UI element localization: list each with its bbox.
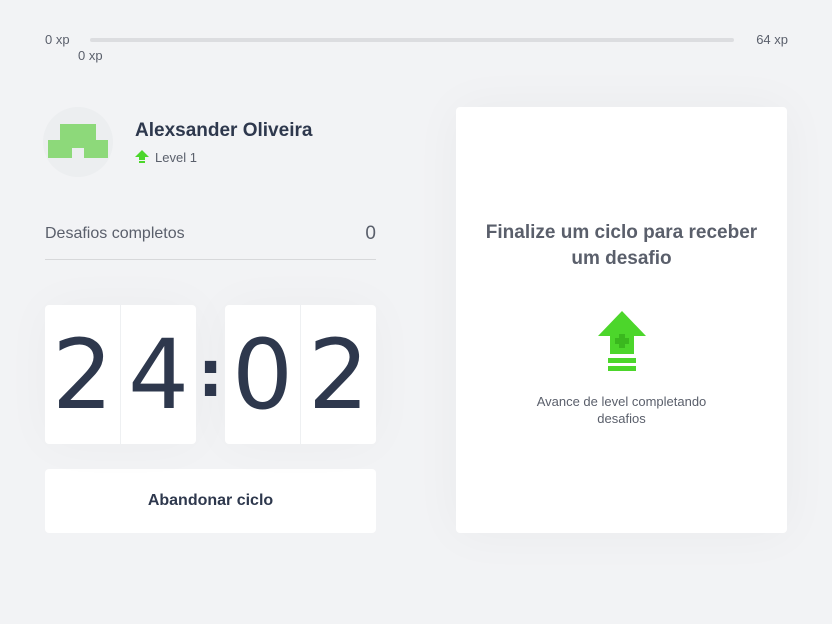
level-up-icon-wrapper bbox=[597, 310, 647, 381]
challenge-card-title: Finalize um ciclo para receber um desafi… bbox=[485, 222, 758, 269]
challenge-card: Finalize um ciclo para receber um desafi… bbox=[456, 107, 787, 533]
seconds-display: 0 2 bbox=[225, 305, 376, 444]
completed-challenges: Desafios completos 0 bbox=[45, 218, 376, 260]
left-column: Alexsander Oliveira Level 1 Desafios com… bbox=[43, 107, 376, 533]
profile-info: Alexsander Oliveira Level 1 bbox=[135, 120, 312, 165]
completed-challenges-label: Desafios completos bbox=[45, 224, 185, 242]
seconds-digit-left: 0 bbox=[225, 305, 301, 444]
countdown-timer: 2 4 : 0 2 bbox=[45, 305, 376, 444]
abandon-cycle-button[interactable]: Abandonar ciclo bbox=[45, 469, 376, 533]
challenge-card-description: Avance de level completando desafios bbox=[536, 394, 707, 426]
completed-challenges-count: 0 bbox=[365, 222, 376, 244]
level-indicator: Level 1 bbox=[135, 150, 312, 165]
time-separator: : bbox=[197, 337, 224, 412]
xp-track bbox=[90, 38, 734, 42]
level-up-icon bbox=[597, 311, 646, 371]
experience-bar: 0 xp 0 xp 64 xp bbox=[45, 32, 788, 63]
pixel-avatar-icon bbox=[48, 124, 108, 158]
user-name: Alexsander Oliveira bbox=[135, 119, 313, 141]
profile: Alexsander Oliveira Level 1 bbox=[43, 107, 376, 177]
avatar bbox=[43, 107, 113, 177]
seconds-digit-right: 2 bbox=[307, 318, 370, 431]
xp-max-label: 64 xp bbox=[756, 32, 788, 47]
minutes-display: 2 4 bbox=[45, 305, 196, 444]
xp-current-label: 0 xp bbox=[78, 48, 103, 63]
level-label: Level 1 bbox=[155, 149, 197, 165]
minutes-digit-left: 2 bbox=[45, 305, 121, 444]
minutes-digit-right: 4 bbox=[127, 318, 190, 431]
level-arrow-icon bbox=[135, 150, 149, 163]
xp-min-label: 0 xp bbox=[45, 32, 70, 47]
